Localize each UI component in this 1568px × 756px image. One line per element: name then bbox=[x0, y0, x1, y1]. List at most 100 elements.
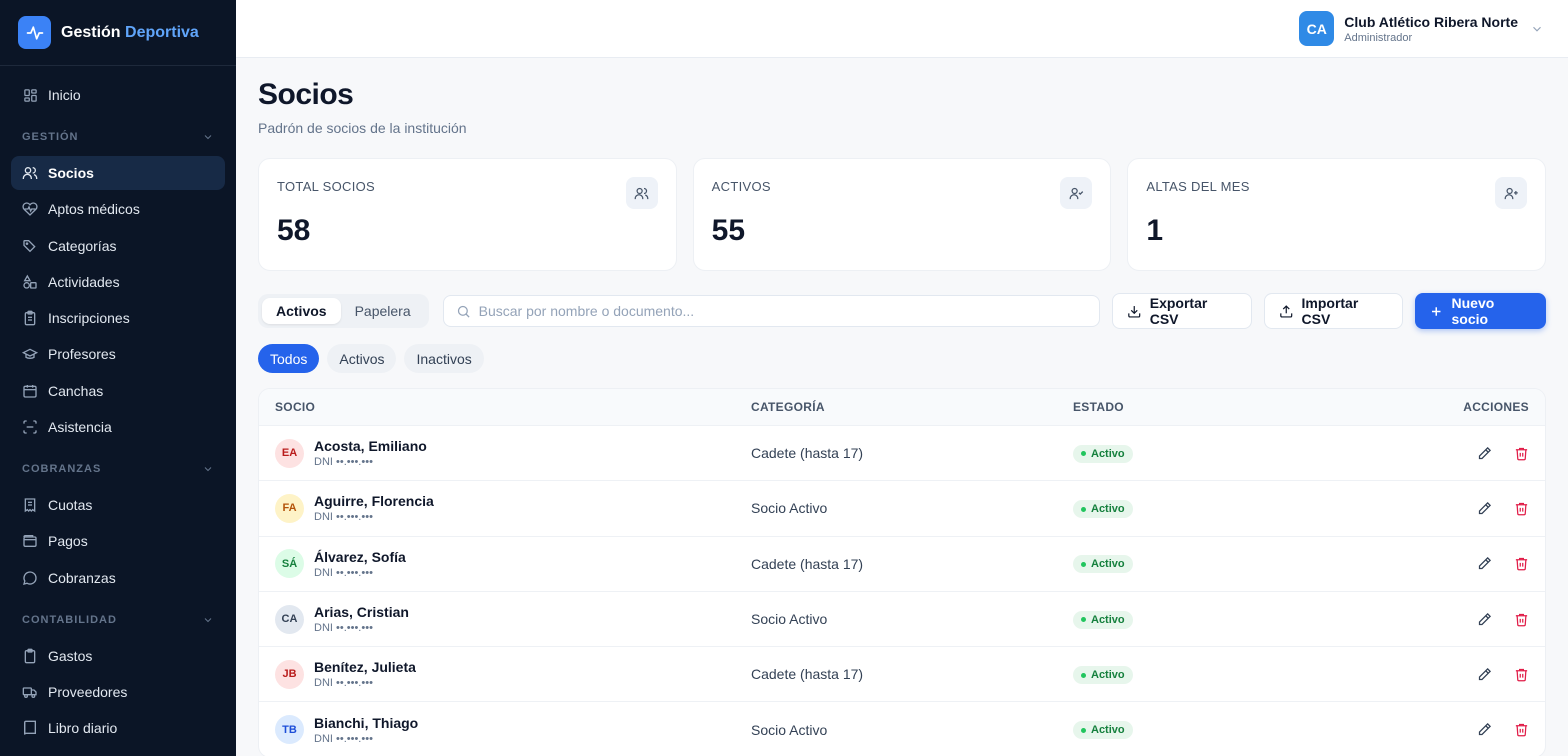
filter-todos[interactable]: Todos bbox=[258, 344, 320, 373]
status-cell: Activo bbox=[1073, 499, 1385, 519]
edit-icon[interactable] bbox=[1477, 667, 1492, 682]
member-document: DNI ••.•••.••• bbox=[314, 511, 373, 524]
member-name[interactable]: Arias, Cristian bbox=[314, 604, 409, 620]
sidebar-item-profesores[interactable]: Profesores bbox=[11, 337, 225, 371]
view-toggle: Activos Papelera bbox=[258, 294, 429, 328]
trash-icon[interactable] bbox=[1514, 722, 1529, 737]
trash-icon[interactable] bbox=[1514, 556, 1529, 571]
status-dot bbox=[1081, 561, 1086, 567]
sidebar-item-aptos-medicos[interactable]: Aptos médicos bbox=[11, 192, 225, 226]
shapes-icon bbox=[22, 274, 38, 290]
stat-label: TOTAL SOCIOS bbox=[277, 179, 375, 194]
trash-icon[interactable] bbox=[1514, 501, 1529, 516]
sidebar-item-cobranzas[interactable]: Cobranzas bbox=[11, 561, 225, 595]
club-name: Club Atlético Ribera Norte bbox=[1344, 13, 1518, 30]
member-name[interactable]: Álvarez, Sofía bbox=[314, 549, 406, 565]
member-cell: FA Aguirre, Florencia DNI ••.•••.••• bbox=[259, 493, 751, 523]
section-gestion[interactable]: GESTIÓN bbox=[11, 122, 225, 152]
graduation-cap-icon bbox=[22, 346, 38, 362]
sidebar-item-label: Libro diario bbox=[48, 720, 118, 737]
status-badge: Activo bbox=[1073, 555, 1133, 574]
stat-card-activos: ACTIVOS 55 bbox=[692, 158, 1112, 271]
table-row[interactable]: TB Bianchi, Thiago DNI ••.•••.••• Socio … bbox=[259, 701, 1545, 756]
status-cell: Activo bbox=[1073, 443, 1385, 463]
edit-icon[interactable] bbox=[1477, 722, 1492, 737]
search-input[interactable] bbox=[478, 303, 1079, 319]
sidebar-item-inscripciones[interactable]: Inscripciones bbox=[11, 301, 225, 335]
export-csv-button[interactable]: Exportar CSV bbox=[1112, 293, 1252, 329]
member-document: DNI ••.•••.••• bbox=[314, 456, 373, 469]
button-label: Nuevo socio bbox=[1451, 295, 1495, 327]
status-badge: Activo bbox=[1073, 444, 1133, 463]
sidebar-item-socios[interactable]: Socios bbox=[11, 156, 225, 190]
stat-card-altas: ALTAS DEL MES 1 bbox=[1127, 158, 1547, 271]
sidebar-item-libro-diario[interactable]: Libro diario bbox=[11, 711, 225, 745]
clipboard-list-icon bbox=[22, 310, 38, 326]
sidebar-item-actividades[interactable]: Actividades bbox=[11, 265, 225, 299]
sidebar-item-categorias[interactable]: Categorías bbox=[11, 229, 225, 263]
avatar: TB bbox=[275, 715, 304, 745]
header-categoria[interactable]: CATEGORÍA bbox=[751, 400, 1073, 414]
table-row[interactable]: JB Benítez, Julieta DNI ••.•••.••• Cadet… bbox=[259, 646, 1545, 701]
section-cobranzas[interactable]: COBRANZAS bbox=[11, 454, 225, 484]
status-cell: Activo bbox=[1073, 665, 1385, 685]
edit-icon[interactable] bbox=[1477, 556, 1492, 571]
table-row[interactable]: CA Arias, Cristian DNI ••.•••.••• Socio … bbox=[259, 590, 1545, 646]
status-cell: Activo bbox=[1073, 609, 1385, 629]
club-switcher[interactable]: CA Club Atlético Ribera Norte Administra… bbox=[1299, 11, 1544, 46]
brand[interactable]: Gestión Deportiva bbox=[0, 0, 236, 66]
header-estado[interactable]: ESTADO bbox=[1073, 400, 1385, 414]
sidebar: Gestión Deportiva Inicio GESTIÓN Socios … bbox=[0, 0, 236, 756]
users-icon bbox=[625, 177, 658, 209]
member-name[interactable]: Bianchi, Thiago bbox=[314, 715, 418, 731]
filter-inactivos[interactable]: Inactivos bbox=[404, 344, 484, 373]
member-name[interactable]: Aguirre, Florencia bbox=[314, 493, 434, 509]
trash-icon[interactable] bbox=[1514, 446, 1529, 461]
brand-word-1: Gestión bbox=[61, 23, 121, 41]
import-csv-button[interactable]: Importar CSV bbox=[1264, 293, 1404, 329]
filter-activos[interactable]: Activos bbox=[327, 344, 397, 373]
status-badge: Activo bbox=[1073, 500, 1133, 519]
edit-icon[interactable] bbox=[1477, 612, 1492, 627]
trash-icon[interactable] bbox=[1514, 612, 1529, 627]
member-cell: JB Benítez, Julieta DNI ••.•••.••• bbox=[259, 659, 751, 689]
scan-icon bbox=[22, 419, 38, 435]
sidebar-item-label: Cuotas bbox=[48, 497, 93, 514]
sidebar-item-canchas[interactable]: Canchas bbox=[11, 374, 225, 408]
sidebar-item-gastos[interactable]: Gastos bbox=[11, 639, 225, 673]
edit-icon[interactable] bbox=[1477, 501, 1492, 516]
club-avatar: CA bbox=[1299, 11, 1335, 46]
table-row[interactable]: EA Acosta, Emiliano DNI ••.•••.••• Cadet… bbox=[259, 425, 1545, 480]
edit-icon[interactable] bbox=[1477, 446, 1492, 461]
sidebar-item-label: Inscripciones bbox=[48, 310, 130, 327]
search-icon bbox=[457, 305, 470, 318]
truck-icon bbox=[22, 684, 38, 700]
new-member-button[interactable]: Nuevo socio bbox=[1415, 293, 1546, 329]
section-contabilidad[interactable]: CONTABILIDAD bbox=[11, 605, 225, 635]
member-name[interactable]: Acosta, Emiliano bbox=[314, 438, 427, 454]
status-badge: Activo bbox=[1073, 721, 1133, 740]
member-category: Socio Activo bbox=[751, 721, 828, 738]
table-row[interactable]: FA Aguirre, Florencia DNI ••.•••.••• Soc… bbox=[259, 480, 1545, 535]
avatar: SÁ bbox=[275, 549, 304, 579]
table-row[interactable]: SÁ Álvarez, Sofía DNI ••.•••.••• Cadete … bbox=[259, 535, 1545, 591]
member-document: DNI ••.•••.••• bbox=[314, 732, 373, 745]
header-socio[interactable]: SOCIO bbox=[259, 400, 751, 414]
sidebar-item-label: Socios bbox=[48, 165, 94, 181]
page-title: Socios bbox=[258, 78, 354, 111]
sidebar-item-proveedores[interactable]: Proveedores bbox=[11, 675, 225, 709]
sidebar-item-pagos[interactable]: Pagos bbox=[11, 524, 225, 558]
status-dot bbox=[1081, 727, 1086, 733]
topbar: CA Club Atlético Ribera Norte Administra… bbox=[236, 0, 1568, 58]
tab-activos[interactable]: Activos bbox=[262, 298, 341, 324]
trash-icon[interactable] bbox=[1514, 667, 1529, 682]
sidebar-item-inicio[interactable]: Inicio bbox=[11, 78, 225, 112]
member-name[interactable]: Benítez, Julieta bbox=[314, 659, 416, 675]
tab-papelera[interactable]: Papelera bbox=[341, 298, 425, 324]
status-text: Activo bbox=[1091, 669, 1125, 682]
sidebar-item-cuotas[interactable]: Cuotas bbox=[11, 488, 225, 522]
users-icon bbox=[22, 165, 38, 181]
sidebar-item-asistencia[interactable]: Asistencia bbox=[11, 410, 225, 444]
status-text: Activo bbox=[1091, 558, 1125, 571]
section-title: COBRANZAS bbox=[22, 463, 102, 476]
